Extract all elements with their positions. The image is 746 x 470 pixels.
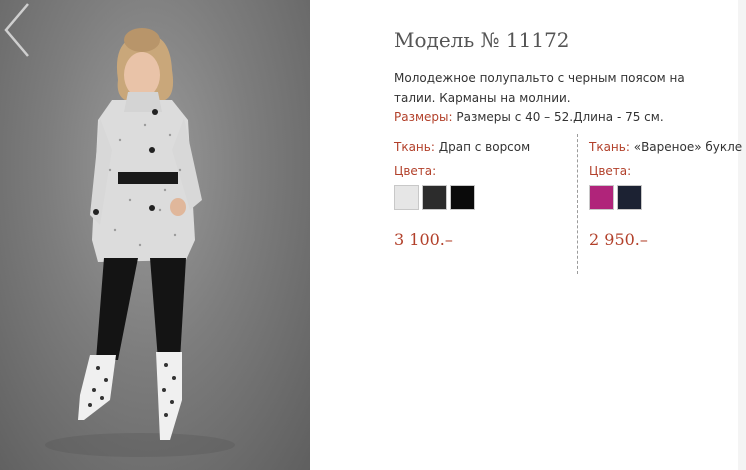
product-description: Молодежное полупальто с черным поясом на…	[394, 71, 685, 105]
fabric-label: Ткань:	[589, 140, 630, 154]
variant-2-colors-label: Цвета:	[589, 164, 632, 178]
swatch-magenta[interactable]	[589, 185, 614, 210]
variant-1-swatches	[394, 185, 475, 210]
sizes-label: Размеры:	[394, 110, 453, 124]
fabric-value: Драп с ворсом	[438, 140, 531, 154]
model-illustration	[45, 28, 235, 457]
page-scroll-edge	[738, 0, 746, 470]
variant-1-price: 3 100.–	[394, 230, 453, 249]
swatch-dark-grey[interactable]	[422, 185, 447, 210]
sizes-value: Размеры с 40 – 52.Длина - 75 см.	[456, 110, 664, 124]
fabric-label: Ткань:	[394, 140, 435, 154]
swatch-white-grey[interactable]	[394, 185, 419, 210]
variant-divider	[577, 134, 578, 274]
variant-1-fabric: Ткань: Драп с ворсом	[394, 140, 530, 154]
fabric-value: «Вареное» букле	[633, 140, 743, 154]
swatch-black[interactable]	[450, 185, 475, 210]
sizes-line: Размеры: Размеры с 40 – 52.Длина - 75 см…	[394, 110, 664, 124]
chevron-left-icon[interactable]	[0, 0, 34, 60]
variant-1-colors-label: Цвета:	[394, 164, 437, 178]
variant-2-price: 2 950.–	[589, 230, 648, 249]
variant-2-fabric: Ткань: «Вареное» букле	[589, 140, 742, 154]
variant-2-swatches	[589, 185, 642, 210]
model-title: Модель № 11172	[394, 28, 570, 52]
product-photo	[0, 0, 310, 470]
swatch-navy[interactable]	[617, 185, 642, 210]
